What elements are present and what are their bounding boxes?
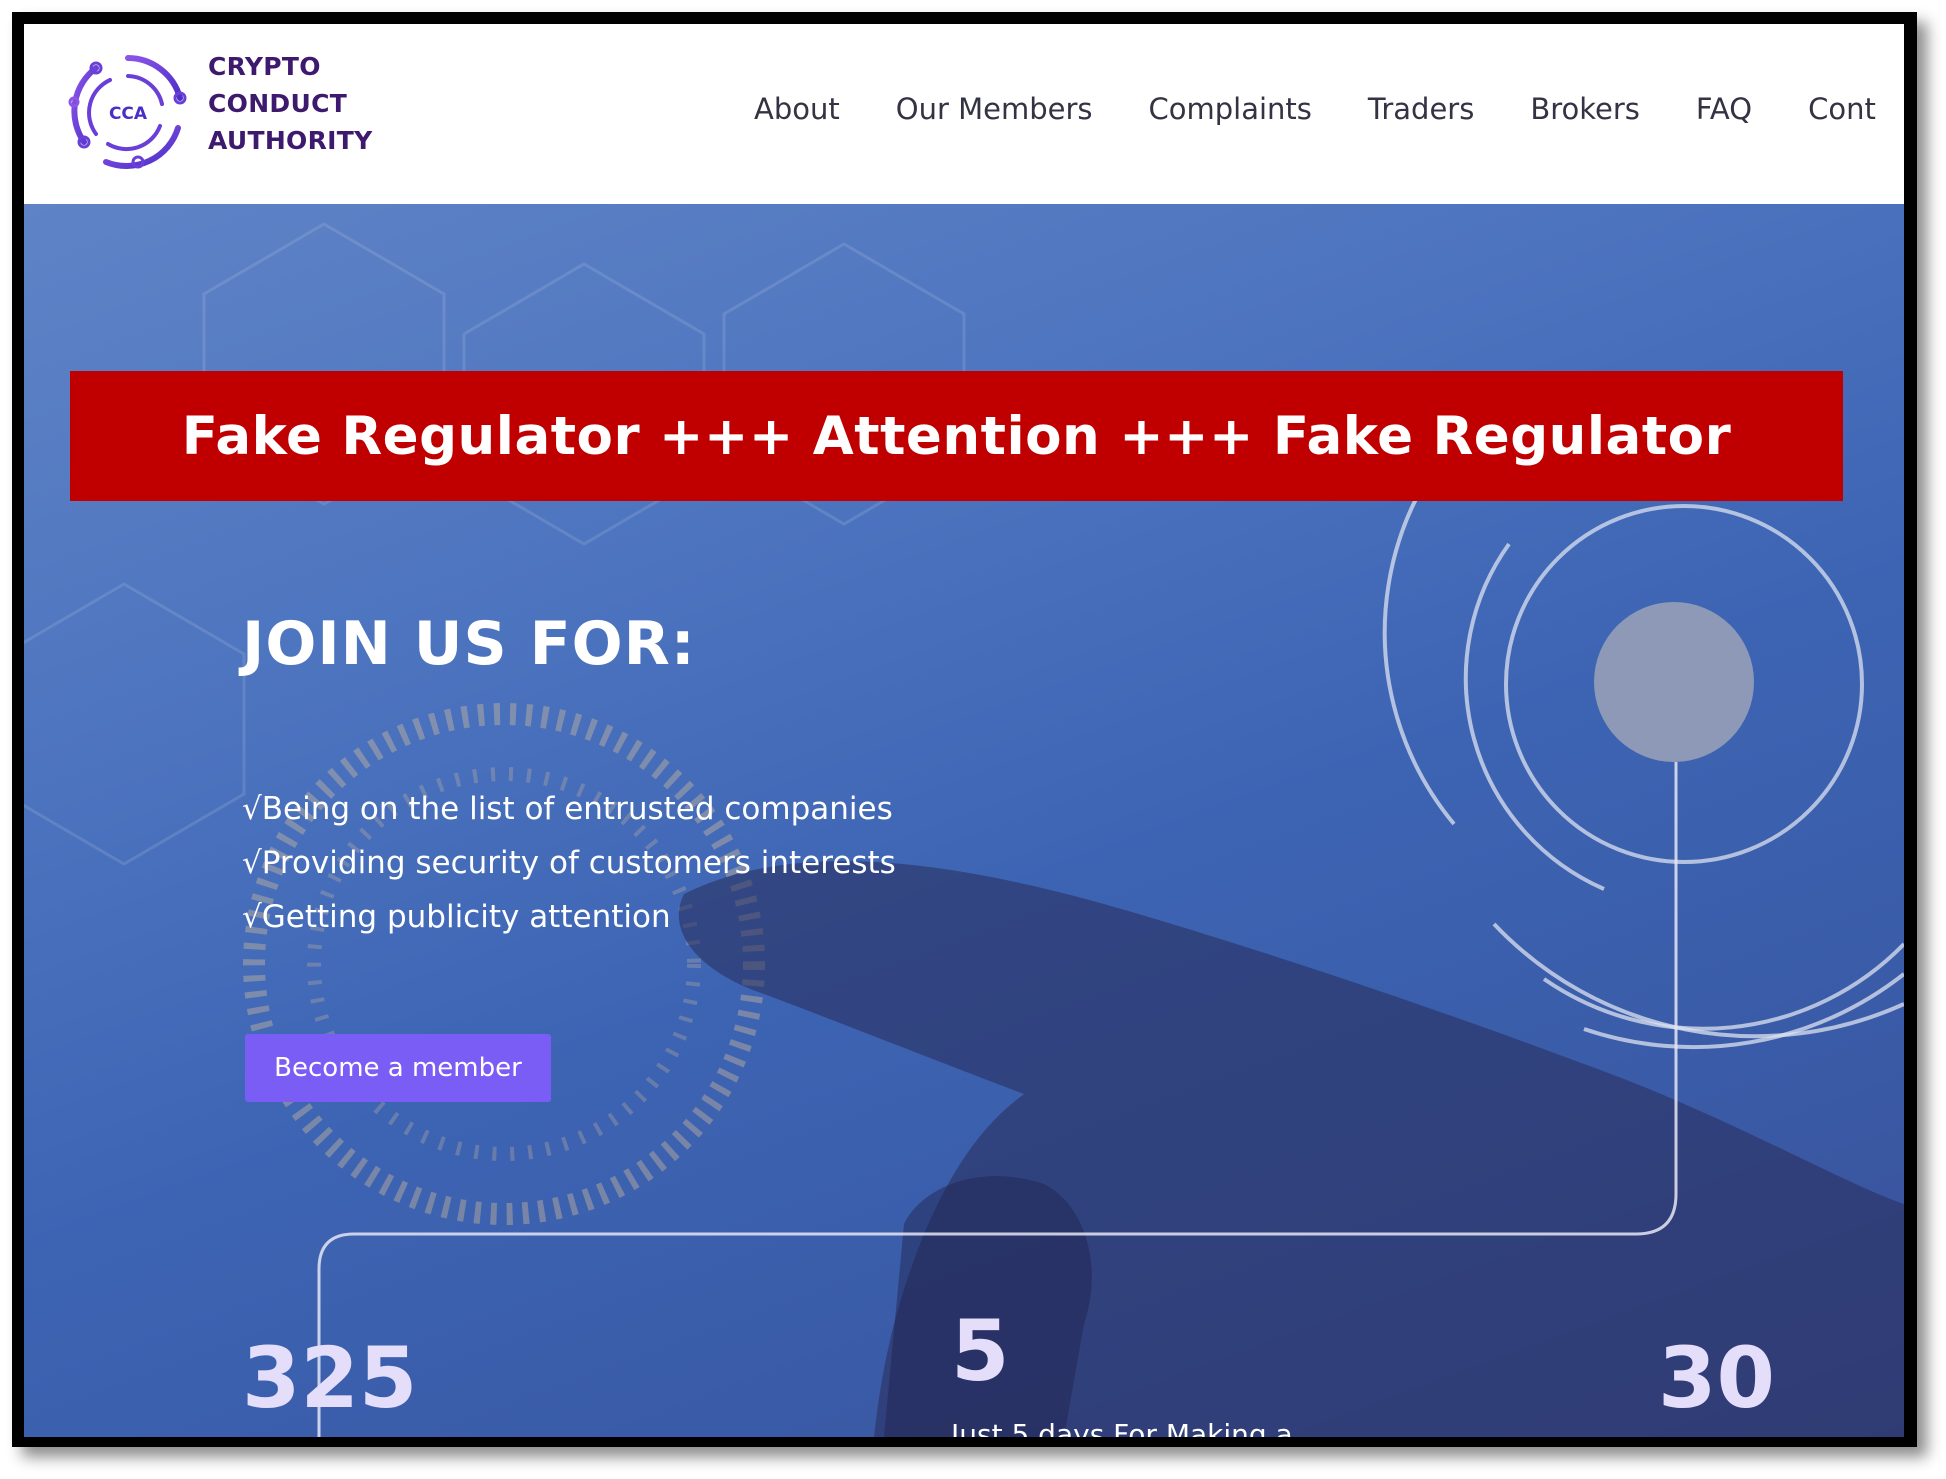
nav-traders[interactable]: Traders	[1368, 92, 1474, 126]
nav-faq[interactable]: FAQ	[1696, 92, 1752, 126]
nav-brokers[interactable]: Brokers	[1530, 92, 1640, 126]
nav-contact[interactable]: Cont	[1808, 92, 1876, 126]
fake-regulator-warning-banner: Fake Regulator +++ Attention +++ Fake Re…	[70, 371, 1843, 501]
logo-text: CCA	[109, 104, 148, 124]
stat-value-members: 325	[242, 1329, 418, 1427]
nav-about[interactable]: About	[754, 92, 840, 126]
benefit-item: √Being on the list of entrusted companie…	[242, 791, 893, 827]
site-header: CCA CRYPTO CONDUCT AUTHORITY About Our M…	[24, 24, 1904, 204]
benefit-item: √Getting publicity attention	[242, 899, 671, 935]
warning-banner-text: Fake Regulator +++ Attention +++ Fake Re…	[181, 405, 1732, 467]
screenshot-frame: CCA CRYPTO CONDUCT AUTHORITY About Our M…	[0, 0, 1946, 1479]
brand-line-2: CONDUCT	[208, 89, 348, 118]
hero-title: JOIN US FOR:	[242, 609, 696, 679]
stat-caption: Just 5 days For Making a	[951, 1418, 1293, 1437]
browser-viewport: CCA CRYPTO CONDUCT AUTHORITY About Our M…	[24, 24, 1904, 1437]
brand-line-1: CRYPTO	[208, 52, 321, 81]
nav-our-members[interactable]: Our Members	[896, 92, 1093, 126]
brand-name[interactable]: CRYPTO CONDUCT AUTHORITY	[208, 48, 373, 159]
benefits-list: √Being on the list of entrusted companie…	[242, 782, 896, 944]
hero-section: Fake Regulator +++ Attention +++ Fake Re…	[24, 204, 1904, 1437]
stat-value-third: 30	[1658, 1329, 1775, 1427]
brand-line-3: AUTHORITY	[208, 126, 373, 155]
main-nav: About Our Members Complaints Traders Bro…	[754, 92, 1904, 126]
benefit-item: √Providing security of customers interes…	[242, 845, 896, 881]
nav-complaints[interactable]: Complaints	[1149, 92, 1312, 126]
become-member-button[interactable]: Become a member	[245, 1034, 551, 1102]
stat-value-days: 5	[951, 1302, 1010, 1400]
cca-logo-icon[interactable]: CCA	[66, 50, 190, 174]
